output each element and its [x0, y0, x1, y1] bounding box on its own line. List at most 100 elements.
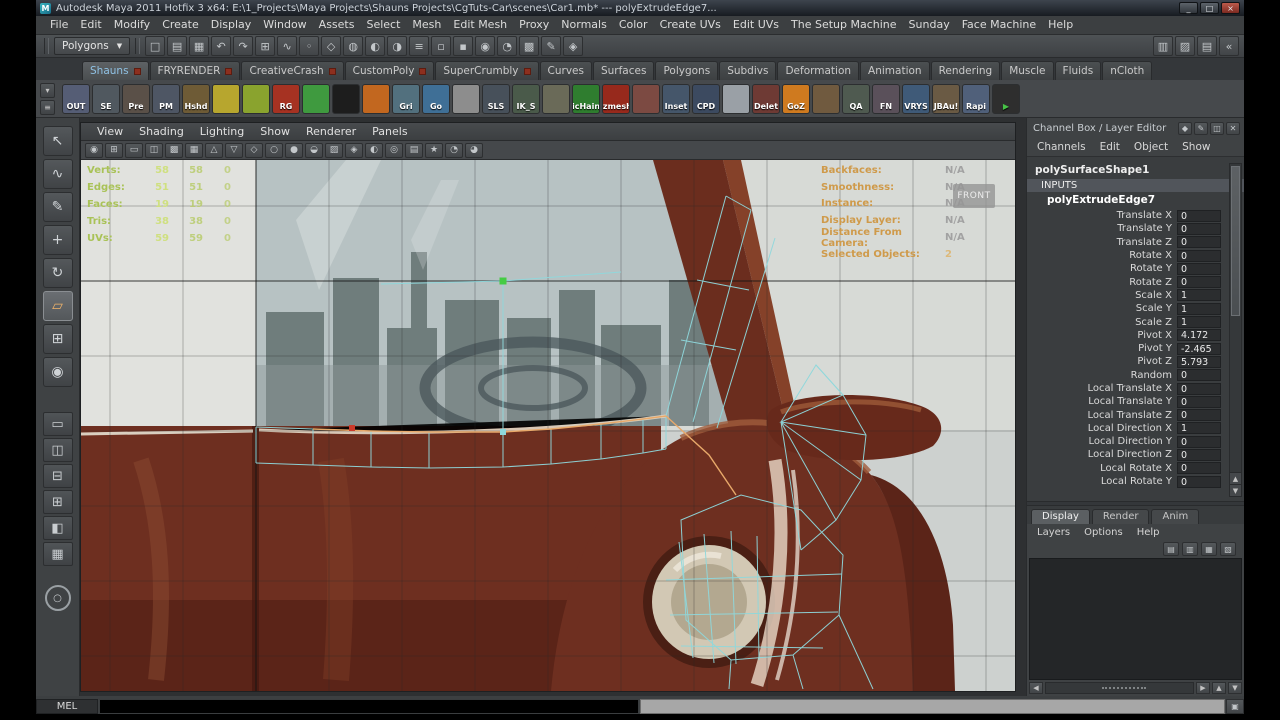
status-line-icon[interactable]: ◐	[365, 36, 386, 56]
status-line-icon[interactable]: ◉	[475, 36, 496, 56]
tool-button[interactable]: ↻	[42, 258, 73, 288]
panel-toolbar-icon[interactable]: ▽	[225, 142, 243, 158]
layout-shortcut-button[interactable]: ▦	[42, 542, 73, 566]
status-line-icon[interactable]: ∿	[277, 36, 298, 56]
attribute-value-field[interactable]: -2.465	[1177, 342, 1221, 355]
shelf-button[interactable]	[632, 83, 660, 114]
attribute-name[interactable]: Pivot Z	[1027, 356, 1177, 367]
shelf-button[interactable]: Pre	[122, 83, 150, 114]
menu-item[interactable]: Create	[156, 16, 205, 34]
shelf-button[interactable]: GoZ	[782, 83, 810, 114]
sidebar-toggle-icon[interactable]: «	[1219, 36, 1239, 56]
input-node-name[interactable]: polyExtrudeEdge7	[1027, 193, 1244, 209]
shelf-tab[interactable]: Curves	[539, 61, 592, 80]
horizontal-scroll-track[interactable]	[1045, 682, 1194, 694]
attribute-name[interactable]: Translate X	[1027, 210, 1177, 221]
shelf-tab[interactable]: Polygons	[655, 61, 719, 80]
attribute-name[interactable]: Rotate Y	[1027, 263, 1177, 274]
shelf-selector-button[interactable]: ▾	[40, 82, 55, 98]
menu-item[interactable]: Edit	[74, 16, 107, 34]
menu-item[interactable]: Edit UVs	[727, 16, 785, 34]
shape-node-name[interactable]: polySurfaceShape1	[1027, 163, 1244, 178]
attribute-value-field[interactable]: 0	[1177, 475, 1221, 488]
shelf-tab[interactable]: FRYRENDER	[149, 61, 241, 80]
menu-item[interactable]: Face Machine	[956, 16, 1042, 34]
panel-toolbar-icon[interactable]: ◎	[385, 142, 403, 158]
layer-toolbar-icon[interactable]: ▦	[1201, 542, 1217, 556]
layer-editor-menu-item[interactable]: Layers	[1031, 527, 1076, 538]
shelf-button[interactable]: CPD	[692, 83, 720, 114]
panel-toolbar-icon[interactable]: ○	[265, 142, 283, 158]
shelf-tab[interactable]: Animation	[860, 61, 930, 80]
shelf-button[interactable]: PM	[152, 83, 180, 114]
attribute-value-field[interactable]: 0	[1177, 462, 1221, 475]
layer-editor-tab[interactable]: Anim	[1151, 509, 1200, 524]
panel-toolbar-icon[interactable]: ●	[285, 142, 303, 158]
shelf-button[interactable]: ▶	[992, 83, 1020, 114]
attribute-value-field[interactable]: 1	[1177, 302, 1221, 315]
panel-toolbar-icon[interactable]: ▨	[325, 142, 343, 158]
panel-menu-item[interactable]: View	[89, 125, 131, 138]
attribute-name[interactable]: Scale X	[1027, 290, 1177, 301]
attribute-name[interactable]: Local Translate Z	[1027, 410, 1177, 421]
status-line-icon[interactable]: ◔	[497, 36, 518, 56]
panel-toolbar-icon[interactable]: ◔	[445, 142, 463, 158]
menu-item[interactable]: Color	[613, 16, 654, 34]
menu-item[interactable]: Help	[1042, 16, 1079, 34]
channel-scrollbar[interactable]: ▲ ▼	[1229, 163, 1242, 497]
command-result-field[interactable]	[640, 699, 1225, 714]
status-line-icon[interactable]: ↶	[211, 36, 232, 56]
sidebar-toggle-icon[interactable]: ▥	[1153, 36, 1173, 56]
shelf-button[interactable]	[722, 83, 750, 114]
shelf-tab[interactable]: Muscle	[1001, 61, 1054, 80]
panel-toolbar-icon[interactable]: ▤	[405, 142, 423, 158]
panel-menu-item[interactable]: Panels	[364, 125, 415, 138]
status-line-icon[interactable]: ▦	[189, 36, 210, 56]
tool-button[interactable]: +	[42, 225, 73, 255]
attribute-value-field[interactable]: 0	[1177, 382, 1221, 395]
panel-toolbar-icon[interactable]: ▭	[125, 142, 143, 158]
panel-menu-item[interactable]: Show	[252, 125, 298, 138]
shelf-button[interactable]: QA	[842, 83, 870, 114]
panel-menu-item[interactable]: Shading	[131, 125, 192, 138]
attribute-name[interactable]: Local Translate Y	[1027, 396, 1177, 407]
shelf-button[interactable]: IK_S	[512, 83, 540, 114]
attribute-value-field[interactable]: 0	[1177, 209, 1221, 222]
scroll-down-small-icon[interactable]: ▼	[1228, 682, 1242, 694]
tool-button[interactable]: ◉	[42, 357, 73, 387]
channel-box-menu-item[interactable]: Show	[1176, 141, 1216, 153]
status-line-icon[interactable]: ✎	[541, 36, 562, 56]
channel-box-menu-item[interactable]: Object	[1128, 141, 1174, 153]
command-language-button[interactable]: MEL	[36, 699, 98, 714]
layer-toolbar-icon[interactable]: ▥	[1182, 542, 1198, 556]
panel-toolbar-icon[interactable]: ◉	[85, 142, 103, 158]
layout-shortcut-button[interactable]: ▭	[42, 412, 73, 436]
scroll-down-icon[interactable]: ▼	[1230, 484, 1241, 496]
shelf-tab[interactable]: CreativeCrash	[241, 61, 344, 80]
attribute-value-field[interactable]: 0	[1177, 448, 1221, 461]
panel-toolbar-icon[interactable]: ◈	[345, 142, 363, 158]
status-line-icon[interactable]: ⊞	[255, 36, 276, 56]
shelf-button[interactable]	[332, 83, 360, 114]
tool-button[interactable]: ▱	[42, 291, 73, 321]
attribute-name[interactable]: Translate Y	[1027, 223, 1177, 234]
maximize-button[interactable]: □	[1200, 2, 1219, 14]
layout-shortcut-button[interactable]: ◧	[42, 516, 73, 540]
status-line-icon[interactable]: ◦	[299, 36, 320, 56]
attribute-name[interactable]: Local Direction Z	[1027, 449, 1177, 460]
shelf-button[interactable]	[452, 83, 480, 114]
layer-toolbar-icon[interactable]: ▧	[1220, 542, 1236, 556]
shelf-button[interactable]: RG	[272, 83, 300, 114]
layer-editor-tab[interactable]: Render	[1091, 509, 1150, 524]
shelf-button[interactable]: SE	[92, 83, 120, 114]
close-button[interactable]: ×	[1221, 2, 1240, 14]
panel-toolbar-icon[interactable]: △	[205, 142, 223, 158]
status-line-icon[interactable]: ↷	[233, 36, 254, 56]
channel-box-header-icon[interactable]: ✕	[1226, 121, 1240, 135]
shelf-tab[interactable]: Subdivs	[719, 61, 777, 80]
shelf-button[interactable]: Delet	[752, 83, 780, 114]
scroll-left-icon[interactable]: ◀	[1029, 682, 1043, 694]
attribute-name[interactable]: Local Translate X	[1027, 383, 1177, 394]
shelf-tab[interactable]: Fluids	[1054, 61, 1102, 80]
panel-toolbar-icon[interactable]: ◕	[465, 142, 483, 158]
